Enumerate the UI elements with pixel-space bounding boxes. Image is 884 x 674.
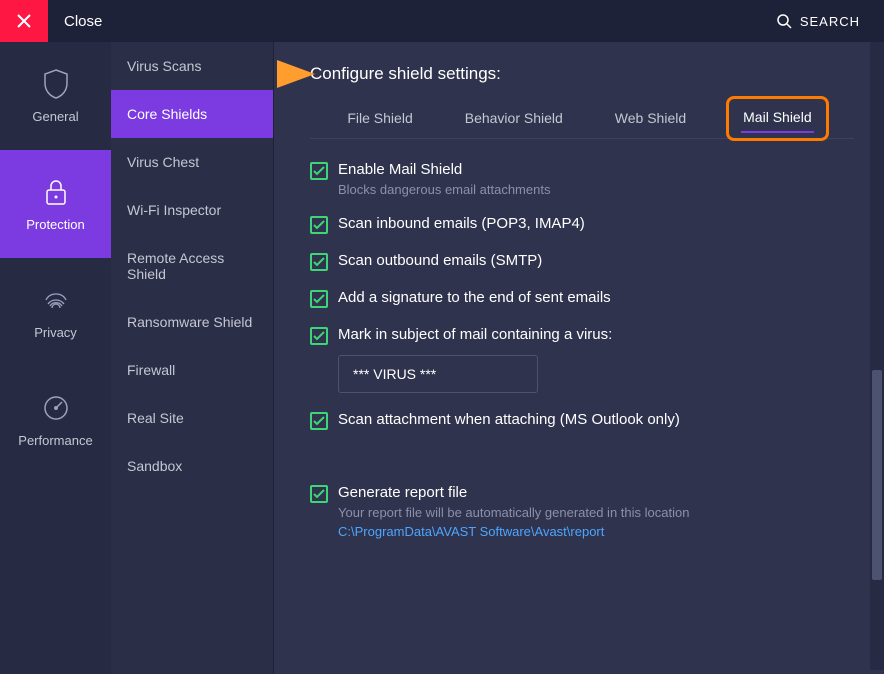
- sub-item-core-shields[interactable]: Core Shields: [111, 90, 273, 138]
- check-icon: [313, 331, 325, 341]
- tab-web-shield[interactable]: Web Shield: [603, 102, 698, 138]
- virus-subject-input[interactable]: [338, 355, 538, 393]
- spacer: [310, 448, 854, 484]
- sub-item-virus-chest[interactable]: Virus Chest: [111, 138, 273, 186]
- checkbox-enable[interactable]: [310, 162, 328, 180]
- close-icon: [17, 14, 31, 28]
- nav-item-protection[interactable]: Protection: [0, 150, 111, 258]
- sub-item-remote-access-shield[interactable]: Remote Access Shield: [111, 234, 273, 298]
- report-path-link[interactable]: C:\ProgramData\AVAST Software\Avast\repo…: [338, 524, 689, 539]
- shield-tabs: File Shield Behavior Shield Web Shield M…: [310, 102, 854, 139]
- check-icon: [313, 257, 325, 267]
- option-mark-subject: Mark in subject of mail containing a vir…: [310, 326, 854, 345]
- option-label: Enable Mail Shield: [338, 161, 550, 178]
- option-add-signature: Add a signature to the end of sent email…: [310, 289, 854, 308]
- check-icon: [313, 489, 325, 499]
- close-button[interactable]: [0, 0, 48, 42]
- search-label: SEARCH: [800, 14, 860, 29]
- option-label: Scan inbound emails (POP3, IMAP4): [338, 215, 585, 232]
- checkbox-attach[interactable]: [310, 412, 328, 430]
- nav-item-privacy[interactable]: Privacy: [0, 258, 111, 366]
- option-label: Scan attachment when attaching (MS Outlo…: [338, 411, 680, 428]
- option-generate-report: Generate report file Your report file wi…: [310, 484, 854, 539]
- check-icon: [313, 166, 325, 176]
- nav-label: Privacy: [34, 325, 77, 340]
- section-title: Configure shield settings:: [310, 64, 854, 84]
- main-layout: General Protection Privacy Performance V…: [0, 42, 884, 674]
- checkbox-outbound[interactable]: [310, 253, 328, 271]
- option-enable-mail-shield: Enable Mail Shield Blocks dangerous emai…: [310, 161, 854, 197]
- gauge-icon: [41, 393, 71, 423]
- scrollbar-thumb[interactable]: [872, 370, 882, 580]
- nav-label: Performance: [18, 433, 92, 448]
- sub-item-wifi-inspector[interactable]: Wi-Fi Inspector: [111, 186, 273, 234]
- checkbox-inbound[interactable]: [310, 216, 328, 234]
- shield-icon: [41, 69, 71, 99]
- tab-file-shield[interactable]: File Shield: [335, 102, 424, 138]
- tab-mail-shield[interactable]: Mail Shield: [726, 96, 828, 141]
- virus-subject-input-wrap: [338, 355, 854, 393]
- nav-item-performance[interactable]: Performance: [0, 366, 111, 474]
- checkbox-signature[interactable]: [310, 290, 328, 308]
- titlebar-left: Close: [0, 0, 102, 42]
- sub-item-real-site[interactable]: Real Site: [111, 394, 273, 442]
- nav-label: General: [32, 109, 78, 124]
- titlebar: Close SEARCH: [0, 0, 884, 42]
- sub-item-sandbox[interactable]: Sandbox: [111, 442, 273, 490]
- search-button[interactable]: SEARCH: [776, 13, 884, 29]
- sub-item-firewall[interactable]: Firewall: [111, 346, 273, 394]
- nav-item-general[interactable]: General: [0, 42, 111, 150]
- tab-behavior-shield[interactable]: Behavior Shield: [453, 102, 575, 138]
- option-label: Scan outbound emails (SMTP): [338, 252, 542, 269]
- primary-nav: General Protection Privacy Performance: [0, 42, 111, 674]
- check-icon: [313, 220, 325, 230]
- check-icon: [313, 416, 325, 426]
- checkbox-mark-subject[interactable]: [310, 327, 328, 345]
- close-label: Close: [64, 13, 102, 30]
- option-label: Generate report file: [338, 484, 689, 501]
- checkbox-report[interactable]: [310, 485, 328, 503]
- pointer-arrow-icon: [277, 60, 315, 91]
- sub-nav: Virus Scans Core Shields Virus Chest Wi-…: [111, 42, 274, 674]
- sub-item-ransomware-shield[interactable]: Ransomware Shield: [111, 298, 273, 346]
- option-sublabel: Your report file will be automatically g…: [338, 505, 689, 520]
- option-sublabel: Blocks dangerous email attachments: [338, 182, 550, 197]
- content-pane: Configure shield settings: File Shield B…: [274, 42, 884, 674]
- option-label: Add a signature to the end of sent email…: [338, 289, 611, 306]
- check-icon: [313, 294, 325, 304]
- option-scan-attachment: Scan attachment when attaching (MS Outlo…: [310, 411, 854, 430]
- fingerprint-icon: [41, 285, 71, 315]
- search-icon: [776, 13, 792, 29]
- option-scan-outbound: Scan outbound emails (SMTP): [310, 252, 854, 271]
- option-scan-inbound: Scan inbound emails (POP3, IMAP4): [310, 215, 854, 234]
- lock-icon: [41, 177, 71, 207]
- option-label: Mark in subject of mail containing a vir…: [338, 326, 612, 343]
- nav-label: Protection: [26, 217, 85, 232]
- sub-item-virus-scans[interactable]: Virus Scans: [111, 42, 273, 90]
